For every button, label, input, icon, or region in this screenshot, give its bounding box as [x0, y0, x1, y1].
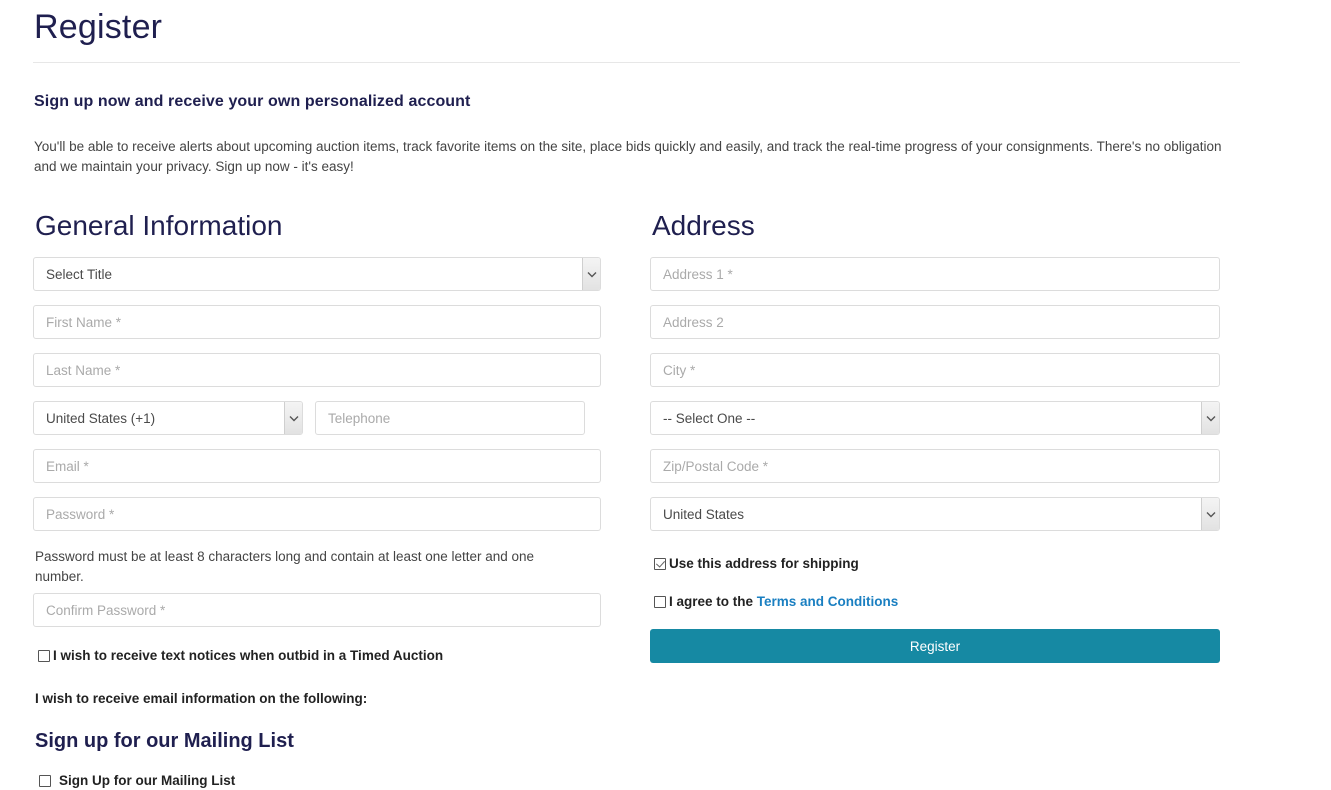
- state-select-wrapper[interactable]: -- Select One --: [650, 401, 1220, 435]
- general-information-section: General Information Select Title United …: [33, 209, 650, 790]
- password-hint: Password must be at least 8 characters l…: [35, 549, 535, 584]
- mailing-list-checkbox-row[interactable]: Sign Up for our Mailing List: [33, 762, 650, 790]
- address-heading: Address: [652, 210, 755, 241]
- state-select[interactable]: -- Select One --: [650, 401, 1220, 435]
- mailing-list-label: Sign Up for our Mailing List: [59, 773, 236, 788]
- page-subtitle: Sign up now and receive your own persona…: [34, 93, 471, 110]
- address-1-input[interactable]: [650, 257, 1220, 291]
- terms-checkbox[interactable]: [654, 596, 666, 608]
- title-select-wrapper[interactable]: Select Title: [33, 257, 601, 291]
- register-button[interactable]: Register: [650, 629, 1220, 663]
- phone-row: United States (+1): [33, 401, 650, 449]
- general-information-heading: General Information: [35, 210, 283, 241]
- terms-checkbox-row[interactable]: I agree to the Terms and Conditions: [650, 573, 1240, 611]
- country-code-select-wrapper[interactable]: United States (+1): [33, 401, 303, 435]
- form-columns: General Information Select Title United …: [33, 177, 1298, 790]
- page-title: Register: [34, 8, 163, 46]
- zip-postal-code-input[interactable]: [650, 449, 1220, 483]
- last-name-input[interactable]: [33, 353, 601, 387]
- register-page: Register Sign up now and receive your ow…: [0, 0, 1331, 790]
- shipping-address-label: Use this address for shipping: [669, 556, 859, 571]
- confirm-password-input[interactable]: [33, 593, 601, 627]
- email-input[interactable]: [33, 449, 601, 483]
- shipping-address-checkbox[interactable]: [654, 558, 666, 570]
- city-input[interactable]: [650, 353, 1220, 387]
- intro-paragraph: You'll be able to receive alerts about u…: [34, 139, 1222, 174]
- mailing-list-checkbox[interactable]: [39, 775, 51, 787]
- terms-and-conditions-link[interactable]: Terms and Conditions: [757, 594, 899, 609]
- first-name-input[interactable]: [33, 305, 601, 339]
- title-select[interactable]: Select Title: [33, 257, 601, 291]
- text-notice-label: I wish to receive text notices when outb…: [53, 648, 444, 663]
- password-input[interactable]: [33, 497, 601, 531]
- email-info-note: I wish to receive email information on t…: [35, 691, 368, 706]
- country-code-select[interactable]: United States (+1): [33, 401, 303, 435]
- country-select-wrapper[interactable]: United States: [650, 497, 1220, 531]
- text-notice-checkbox[interactable]: [38, 650, 50, 662]
- terms-label: I agree to the Terms and Conditions: [669, 593, 898, 611]
- text-notice-checkbox-row[interactable]: I wish to receive text notices when outb…: [33, 641, 650, 665]
- telephone-input[interactable]: [315, 401, 585, 435]
- shipping-address-checkbox-row[interactable]: Use this address for shipping: [650, 545, 1240, 573]
- terms-prefix-text: I agree to the: [669, 594, 757, 609]
- mailing-list-heading: Sign up for our Mailing List: [35, 730, 294, 752]
- country-select[interactable]: United States: [650, 497, 1220, 531]
- address-section: Address -- Select One -- United States: [650, 209, 1240, 790]
- address-2-input[interactable]: [650, 305, 1220, 339]
